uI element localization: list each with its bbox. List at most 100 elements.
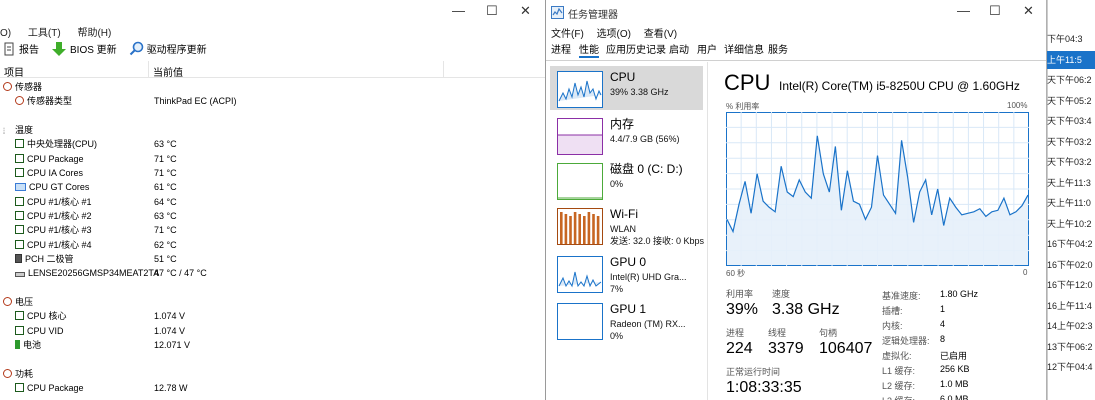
tree-item[interactable]: PCH 二极管	[15, 252, 74, 266]
history-row[interactable]: 天上午10:2	[1047, 215, 1095, 233]
history-row[interactable]: 天下午03:4	[1047, 112, 1095, 130]
chip-icon	[15, 311, 24, 321]
tree-label: 传感器类型	[27, 96, 73, 107]
report-button[interactable]: 报告	[2, 41, 39, 56]
resource-item[interactable]: 磁盘 0 (C: D:) 0%	[550, 158, 703, 202]
tree-label: CPU VID	[27, 325, 64, 336]
history-time: 上午11:3	[1056, 177, 1091, 188]
tab-6[interactable]: 服务	[768, 44, 788, 58]
minimize-button[interactable]: —	[452, 4, 465, 18]
maximize-button[interactable]: ☐	[486, 4, 498, 18]
tree-category[interactable]: 电压	[3, 295, 33, 309]
thread-value: 3379	[768, 340, 804, 357]
history-prefix: 天	[1047, 75, 1057, 85]
history-prefix: 16	[1047, 280, 1058, 290]
minimize-button[interactable]: —	[957, 3, 970, 18]
resource-item[interactable]: 内存 4.4/7.9 GB (56%)	[550, 113, 703, 157]
tree-label: 功耗	[15, 368, 34, 379]
handle-value: 106407	[819, 340, 873, 357]
history-row[interactable]: 16下午12:0	[1047, 276, 1095, 294]
task-manager-window: 任务管理器 — ☐ ✕ 文件(F) 选项(O) 查看(V) 进程 性能 应用历史记录…	[545, 0, 1047, 400]
history-row[interactable]: 上午11:5	[1047, 50, 1095, 69]
history-row[interactable]: 天上午11:3	[1047, 174, 1095, 192]
menu-view[interactable]: 查看(V)	[644, 29, 677, 40]
voltage-icon	[3, 296, 12, 306]
detail-key: 插槽:	[882, 306, 903, 316]
resource-detail: 39% 3.38 GHz	[610, 87, 669, 97]
tree-item[interactable]: CPU IA Cores	[15, 166, 83, 180]
chip-icon	[15, 239, 24, 249]
history-row[interactable]: 天下午03:2	[1047, 133, 1095, 151]
bios-update-button[interactable]: BIOS 更新	[51, 41, 117, 57]
cpu-model: Intel(R) Core(TM) i5-8250U CPU @ 1.60GHz	[779, 79, 1020, 93]
tree-value: 71 °C	[154, 153, 177, 164]
resource-item[interactable]: GPU 0 Intel(R) UHD Gra... 7%	[550, 251, 703, 295]
detail-value: 256 KB	[940, 364, 970, 374]
history-row[interactable]: 12下午04:4	[1047, 358, 1095, 376]
speed-value: 3.38 GHz	[772, 301, 840, 318]
tree-item[interactable]: CPU VID	[15, 324, 64, 338]
tree-item[interactable]: LENSE20256GMSP34MEAT2TA	[15, 266, 159, 280]
tree-item[interactable]: CPU #1/核心 #1	[15, 195, 92, 209]
tab-1[interactable]: 性能	[579, 44, 599, 58]
driver-update-button[interactable]: 驱动程序更新	[129, 41, 207, 56]
history-row[interactable]: 16下午04:2	[1047, 235, 1095, 253]
history-prefix: 天	[1047, 95, 1057, 106]
maximize-button[interactable]: ☐	[989, 3, 1001, 19]
report-icon	[4, 42, 14, 55]
resource-name: 内存	[610, 117, 635, 131]
driver-update-label: 驱动程序更新	[146, 45, 207, 56]
tree-item[interactable]: CPU #1/核心 #2	[15, 209, 92, 223]
history-prefix: 天	[1047, 218, 1057, 229]
history-row[interactable]: 14上午02:3	[1047, 317, 1095, 335]
tab-0[interactable]: 进程	[551, 44, 571, 58]
download-icon	[52, 41, 66, 56]
resource-item[interactable]: GPU 1 Radeon (TM) RX... 0%	[550, 298, 703, 342]
column-value[interactable]: 当前值	[153, 64, 183, 79]
tree-item[interactable]: 中央处理器(CPU)	[15, 137, 97, 151]
column-item[interactable]: 项目	[4, 64, 24, 79]
tab-2[interactable]: 应用历史记录	[606, 44, 666, 58]
tree-item[interactable]: 电池	[15, 338, 41, 352]
history-row[interactable]: 16上午11:4	[1047, 297, 1095, 315]
menu-file[interactable]: 文件(F)	[551, 29, 584, 40]
tab-3[interactable]: 启动	[669, 44, 689, 58]
tree-item[interactable]: CPU #1/核心 #4	[15, 238, 92, 252]
detail-key: 逻辑处理器:	[882, 336, 930, 346]
history-row[interactable]: 13下午06:2	[1047, 338, 1095, 356]
tree-value: 64 °C	[154, 196, 177, 207]
history-time: 下午05:2	[1056, 95, 1092, 106]
close-button[interactable]: ✕	[520, 4, 531, 18]
resource-item[interactable]: Wi-Fi WLAN 发送: 32.0 接收: 0 Kbps	[550, 203, 704, 247]
history-row[interactable]: 天下午03:2	[1047, 153, 1095, 171]
perf-title: CPU	[724, 70, 771, 95]
tree-item[interactable]: CPU Package	[15, 381, 84, 395]
tree-category[interactable]: 功耗	[3, 367, 33, 381]
graph-max-label: 100%	[1007, 101, 1028, 110]
resource-item[interactable]: CPU 39% 3.38 GHz	[550, 66, 703, 110]
tree-item[interactable]: CPU 核心	[15, 309, 67, 323]
tree-value: 71 °C	[154, 168, 177, 178]
tree-label: CPU IA Cores	[27, 168, 84, 178]
history-row[interactable]: 天下午06:2	[1047, 71, 1095, 89]
menu-options[interactable]: 选项(O)	[597, 29, 631, 40]
history-row[interactable]: 16下午02:0	[1047, 256, 1095, 274]
tree-value: 61 °C	[154, 182, 177, 193]
history-row[interactable]: 下午04:3	[1047, 30, 1095, 48]
tree-category[interactable]: 传感器	[3, 80, 42, 94]
tree-label: LENSE20256GMSP34MEAT2TA	[28, 268, 160, 279]
tab-5[interactable]: 详细信息	[724, 44, 764, 58]
close-button[interactable]: ✕	[1023, 3, 1034, 19]
tab-4[interactable]: 用户	[697, 44, 717, 58]
tree-item[interactable]: 传感器类型	[15, 94, 72, 108]
tree-category[interactable]: ⦙ 温度	[3, 123, 33, 137]
detail-value: 1.80 GHz	[940, 289, 979, 299]
proc-value: 224	[726, 340, 753, 357]
menu-bar: O) 工具(T) 帮助(H)	[0, 24, 125, 39]
history-row[interactable]: 天下午05:2	[1047, 92, 1095, 110]
tree-item[interactable]: CPU Package	[15, 152, 84, 166]
tree-item[interactable]: CPU GT Cores	[15, 180, 89, 194]
history-row[interactable]: 天上午11:0	[1047, 194, 1095, 212]
chip-icon	[15, 196, 24, 206]
tree-item[interactable]: CPU #1/核心 #3	[15, 223, 92, 237]
